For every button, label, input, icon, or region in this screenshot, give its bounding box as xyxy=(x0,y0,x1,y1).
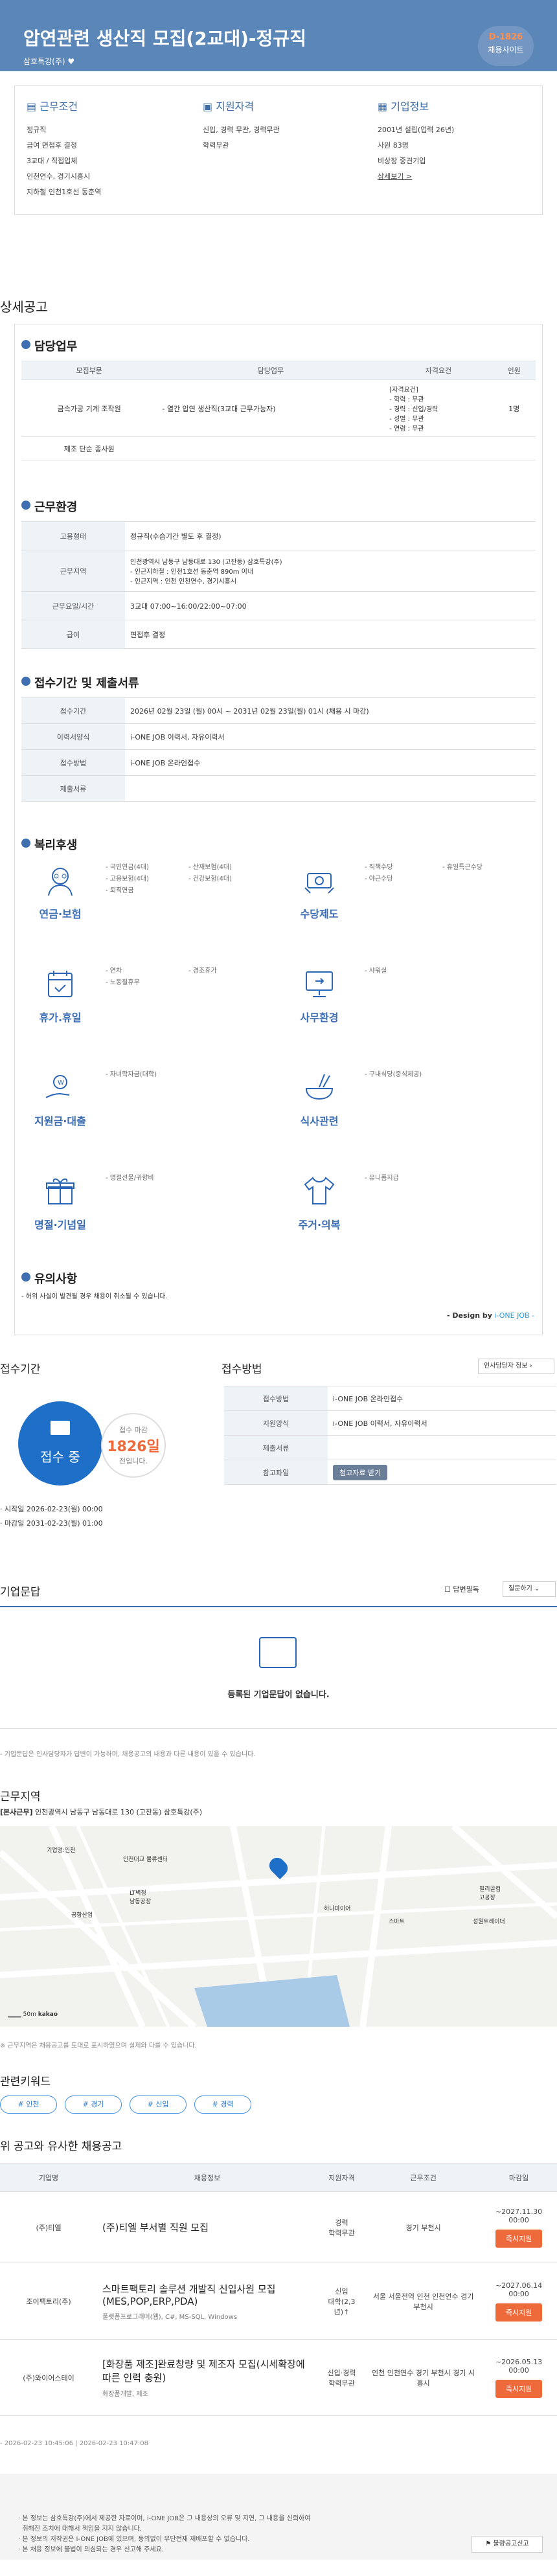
welfare-allowance: 수당제도 xyxy=(280,862,358,921)
gift-icon xyxy=(46,1178,74,1204)
keyword-title: 관련키워드 xyxy=(0,2075,51,2088)
job-link[interactable]: [화장품 제조]완료창량 및 제조자 모집(시세확장에 따른 인력 충원) xyxy=(102,2357,312,2384)
remain-circle: 접수 마감 1826일 전입니다. xyxy=(101,1413,166,1478)
calendar-icon xyxy=(48,971,73,997)
apply-info-title: 접수기간 및 제출서류 xyxy=(21,674,139,691)
money-icon: W xyxy=(45,1075,70,1098)
keyword-tag[interactable]: # 인천 xyxy=(0,2096,57,2114)
hr-info-button[interactable]: 인사담당자 정보 › xyxy=(478,1359,554,1374)
table-row: (주)와이어스테이 [화장품 제조]완료창량 및 제조자 모집(시세확장에 따른… xyxy=(0,2339,557,2416)
job-link[interactable]: (주)티엘 부서별 직원 모집 xyxy=(102,2220,312,2234)
duty-table: 모집부문 담당업무 자격요건 인원 금속가공 기계 조작원 - 열간 압연 생산직(3교… xyxy=(21,361,536,460)
method-table: 접수방법 i-ONE JOB 온라인접수 지원양식 i-ONE JOB 이력서, 자… xyxy=(224,1386,556,1485)
heart-icon[interactable]: ♥ xyxy=(67,57,74,66)
welfare-support: W 지원금·대출 xyxy=(21,1069,99,1128)
sort-select[interactable]: 질문하기 ⌄ xyxy=(503,1581,556,1597)
building-icon: ▦ xyxy=(378,100,388,113)
method-title: 접수방법 xyxy=(222,1363,262,1376)
apply-button[interactable]: 즉시지원 xyxy=(495,2303,543,2322)
keyword-tag[interactable]: # 경기 xyxy=(65,2096,122,2114)
welfare-holiday: 휴가.휴일 xyxy=(21,966,99,1024)
welfare-gift: 명절·기념일 xyxy=(21,1173,99,1232)
meal-icon xyxy=(305,1074,334,1100)
env-title: 근무환경 xyxy=(21,498,77,515)
welfare-title: 복리후생 xyxy=(21,836,77,853)
job-link[interactable]: 스마트팩토리 솔루션 개발직 신입사원 모집(MES,POP,ERP,PDA) xyxy=(102,2282,312,2307)
table-row: (주)티엘 (주)티엘 부서별 직원 모집 경력 학력무관 경기 부천시 ~20… xyxy=(0,2191,557,2263)
download-file-button[interactable]: 첨고자료 받기 xyxy=(333,1464,388,1480)
clothes-icon xyxy=(304,1177,335,1204)
keyword-tag[interactable]: # 경력 xyxy=(194,2096,251,2114)
doc-icon: ▤ xyxy=(27,100,37,113)
caution-title: 유의사항 xyxy=(21,1270,77,1287)
company-detail-link[interactable]: 상세보기 > xyxy=(378,169,552,185)
monitor-icon xyxy=(306,971,333,997)
apply-info-table: 접수기간 2026년 02월 23일 (월) 00시 ~ 2031년 02월 23… xyxy=(21,697,536,802)
work-conditions: ▤ 근무조건 정규직 급여 면접후 결정 3교대 / 직접업체 인천연수, 경기… xyxy=(27,100,102,196)
location-title: 근무지역 xyxy=(0,1791,41,1803)
welfare-pension: 연금·보험 xyxy=(21,862,99,921)
env-table: 고용형태 정규직(수습기간 별도 후 결정) 근무지역 인천광역시 남동구 남동대로… xyxy=(21,521,536,649)
checkbox[interactable]: ☐ xyxy=(444,1585,451,1594)
similar-table: 기업명 채용정보 지원자격 근무조건 마감일 (주)티엘 (주)티엘 부서별 직원 모집… xyxy=(0,2163,557,2416)
siren-icon: ⚑ xyxy=(485,2540,492,2548)
allowance-icon xyxy=(304,873,334,894)
report-button[interactable]: ⚑ 불량공고신고 xyxy=(472,2536,543,2553)
summary-box: ▤ 근무조건 정규직 급여 면접후 결정 3교대 / 직접업체 인천연수, 경기… xyxy=(14,85,543,215)
apply-button[interactable]: 즉시지원 xyxy=(495,2229,543,2248)
similar-title: 위 공고와 유사한 채용공고 xyxy=(0,2140,122,2153)
book-icon xyxy=(51,1421,70,1435)
envelope-icon xyxy=(259,1637,297,1668)
welfare-clothes: 주거·의복 xyxy=(280,1173,358,1232)
welfare-meal: 식사관련 xyxy=(280,1069,358,1128)
qualifications: ▣ 지원자격 신입, 경력 무관, 경력무관 학력무관 xyxy=(203,100,280,150)
job-title: 압연관련 생산직 모집(2교대)-정규직 xyxy=(23,28,306,49)
welfare-office: 사무환경 xyxy=(280,966,358,1024)
duty-title: 담당업무 xyxy=(21,337,77,354)
dday-badge[interactable]: D-1826 채용사이트 xyxy=(478,26,534,66)
status-circle: 접수 중 xyxy=(18,1401,102,1486)
detail-box: 담당업무 모집부문 담당업무 자격요건 인원 금속가공 기계 조작원 - 열간 압연 생… xyxy=(14,324,543,1335)
footer: · 본 정보는 삼호특강(주)에서 제공한 자료이며, i-ONE JOB은 그… xyxy=(0,2474,557,2560)
job-header: 압연관련 생산직 모집(2교대)-정규직 삼호특강(주) ♥ D-1826 채용사… xyxy=(0,0,557,71)
qna-empty-box: 등록된 기업문답이 없습니다. xyxy=(0,1606,557,1729)
company-info: ▦ 기업정보 2001년 설립(업력 26년) 사원 83명 비상장 중견기업 … xyxy=(378,98,552,185)
apply-button[interactable]: 즉시지원 xyxy=(495,2379,543,2398)
period-title: 접수기간 xyxy=(0,1363,41,1376)
pension-icon xyxy=(48,868,73,896)
person-icon: ▣ xyxy=(203,100,213,113)
company-name[interactable]: 삼호특강(주) ♥ xyxy=(23,56,74,67)
svg-text:W: W xyxy=(58,1079,64,1087)
map-roads xyxy=(0,1826,557,2027)
keyword-tag[interactable]: # 신입 xyxy=(130,2096,187,2114)
map[interactable]: 기업명:인천 인천대교 물류센터 LT벽정 남동공장 공항산업 하나파이어 스마… xyxy=(0,1826,557,2027)
qna-title: 기업문답 xyxy=(0,1586,41,1599)
table-row: 조이팩토리(주) 스마트팩토리 솔루션 개발직 신입사원 모집(MES,POP,… xyxy=(0,2263,557,2340)
section-title: 상세공고 xyxy=(0,299,48,315)
